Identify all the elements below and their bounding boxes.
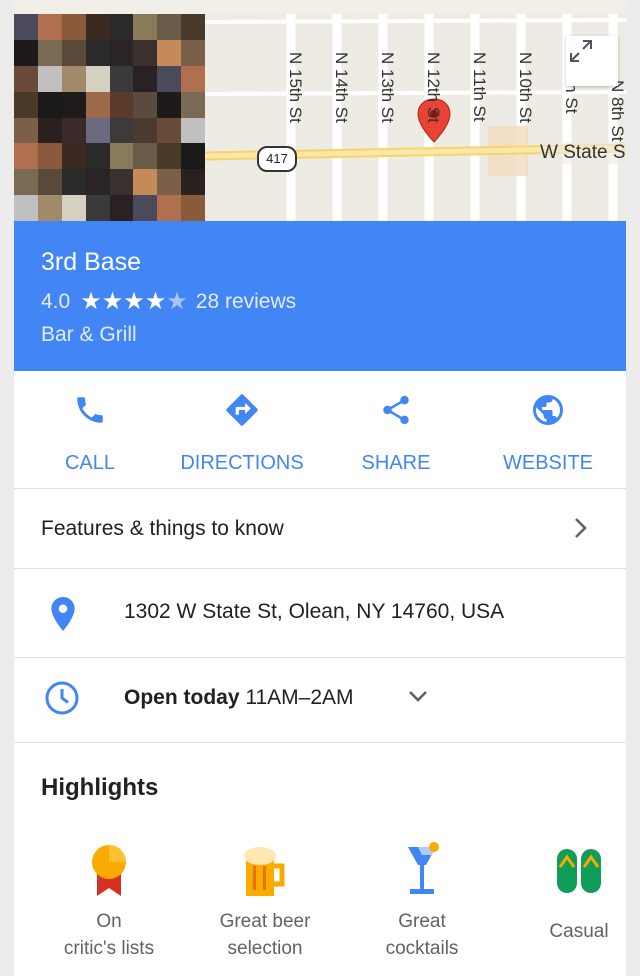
road-label-w-state: W State S [540,142,626,164]
map[interactable]: 417 W State S N 15th St N 14th St N 13th… [205,14,626,221]
star-icon: ★ [166,288,188,315]
hours-text: Open today 11AM–2AM [124,686,354,710]
place-name: 3rd Base [41,248,142,276]
address-row[interactable]: 1302 W State St, Olean, NY 14760, USA [14,569,626,658]
share-button[interactable]: SHARE [320,389,472,475]
directions-button[interactable]: DIRECTIONS [166,389,318,475]
directions-label: DIRECTIONS [180,452,304,474]
highlight-line1: Casual [549,921,609,942]
hours-time: 11AM–2AM [245,686,354,709]
place-photo[interactable] [14,14,205,221]
rating-value: 4.0 [41,289,71,313]
highlight-line2: selection [227,938,303,959]
location-pin-icon [51,597,75,631]
highlight-item: On critic's lists [34,840,184,962]
map-canvas [205,14,626,221]
globe-icon [533,395,563,425]
highway-shield: 417 [257,146,297,172]
phone-icon [77,397,103,423]
highlight-item: Great cocktails [347,840,497,962]
expand-map-button[interactable] [566,36,618,86]
action-bar: CALL DIRECTIONS SHARE WEBSITE [14,371,626,489]
cocktail-icon [408,842,439,894]
medal-icon [92,845,126,896]
share-label: SHARE [361,452,431,474]
chevron-down-icon[interactable] [406,688,430,704]
highlights-title: Highlights [41,774,159,801]
highlight-line2: critic's lists [63,938,155,959]
place-header: 3rd Base 4.0 ★★★★★ 28 reviews Bar & Gril… [14,221,626,371]
reviews-count[interactable]: 28 reviews [196,290,296,314]
share-icon [383,395,409,425]
rating-row[interactable]: 4.0 ★★★★★ 28 reviews [41,287,296,316]
highlight-line1: On [96,911,122,932]
website-label: WEBSITE [502,452,593,474]
highlight-line2: cocktails [385,938,459,959]
street-label: N 8th St [608,80,626,142]
street-label: N 10th St [516,52,535,123]
place-card: 417 W State S N 15th St N 14th St N 13th… [14,0,626,976]
star-rating: ★★★★★ [80,287,188,316]
expand-icon [570,40,592,62]
chevron-right-icon [575,518,587,538]
street-label: N 13th St [378,52,397,123]
call-label: CALL [64,452,116,474]
street-label: N 11th St [470,52,489,122]
flip-flops-icon [557,849,601,893]
highlight-item: Great beer selection [190,840,340,962]
address-text: 1302 W State St, Olean, NY 14760, USA [124,600,505,623]
hero: 417 W State S N 15th St N 14th St N 13th… [14,0,626,221]
hours-row[interactable]: Open today 11AM–2AM [14,658,626,743]
clock-icon [45,681,79,715]
street-label: N 12th St [424,52,443,123]
place-category: Bar & Grill [41,323,137,346]
street-label: N 14th St [332,52,351,123]
star-icon: ★ [80,288,102,315]
highlight-line1: Great beer [219,911,311,932]
street-label: N 15th St [286,52,305,123]
open-status: Open today [124,686,240,709]
beer-mug-icon [244,847,285,896]
highlight-line1: Great [398,911,446,932]
website-button[interactable]: WEBSITE [472,389,624,475]
features-label: Features & things to know [41,517,284,540]
directions-icon [226,394,258,426]
highlight-item: Casual [504,840,626,945]
star-icon: ★ [144,288,167,315]
star-icon: ★ [123,288,145,315]
features-row[interactable]: Features & things to know [14,489,626,569]
star-icon: ★ [101,288,124,315]
call-button[interactable]: CALL [14,389,166,475]
